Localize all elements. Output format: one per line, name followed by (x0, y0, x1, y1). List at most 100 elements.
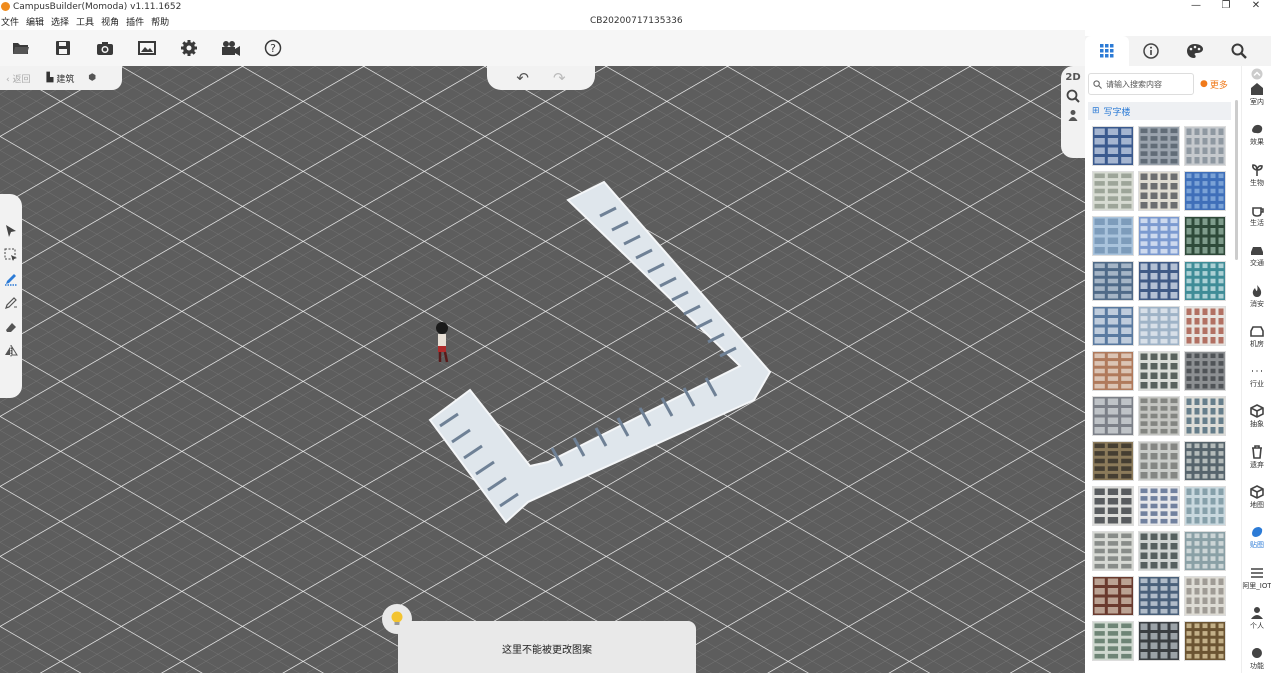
panel-scrollbar[interactable] (1235, 100, 1238, 260)
scene-viewport[interactable]: ‹ 返回 ▙ 建筑 ⬢ ↶ ↷ 2D 这里不能被更改图案 (0, 66, 1085, 673)
view-mode-toggle[interactable]: 2D (1065, 72, 1080, 83)
texture-thumbnail[interactable] (1138, 396, 1180, 436)
texture-thumbnail[interactable] (1184, 441, 1226, 481)
texture-thumbnail[interactable] (1184, 621, 1226, 661)
tab-search[interactable] (1217, 36, 1261, 66)
texture-thumbnail[interactable] (1184, 531, 1226, 571)
category-header[interactable]: ⊞ 写字楼 (1088, 102, 1231, 120)
texture-thumbnail[interactable] (1092, 576, 1134, 616)
rail-item-more[interactable]: 行业 (1242, 364, 1271, 389)
minimize-button[interactable]: — (1181, 0, 1211, 13)
rail-item-paint[interactable]: 贴图 (1242, 525, 1271, 550)
box-select-icon[interactable] (4, 248, 18, 262)
rail-item-server[interactable]: 机房 (1242, 324, 1271, 349)
texture-thumbnail[interactable] (1138, 531, 1180, 571)
tab-info[interactable] (1129, 36, 1173, 66)
tab-palette[interactable] (1173, 36, 1217, 66)
zoom-fit-icon[interactable] (1066, 89, 1080, 103)
texture-thumbnail[interactable] (1092, 261, 1134, 301)
person-view-icon[interactable] (1067, 109, 1079, 121)
menu-plugins[interactable]: 插件 (126, 15, 144, 28)
pen-edit-icon[interactable] (4, 296, 18, 310)
texture-thumbnail[interactable] (1184, 396, 1226, 436)
texture-thumbnail[interactable] (1138, 126, 1180, 166)
image-icon (138, 41, 156, 55)
texture-thumbnail[interactable] (1184, 351, 1226, 391)
texture-thumbnail[interactable] (1092, 171, 1134, 211)
texture-thumbnail[interactable] (1092, 216, 1134, 256)
image-button[interactable] (130, 33, 164, 63)
building-link[interactable]: ▙ 建筑 (46, 72, 74, 85)
texture-thumbnail[interactable] (1092, 441, 1134, 481)
texture-thumbnail[interactable] (1138, 306, 1180, 346)
menu-view[interactable]: 视角 (101, 15, 119, 28)
texture-thumbnail[interactable] (1138, 441, 1180, 481)
redo-icon[interactable]: ↷ (553, 69, 566, 87)
texture-thumbnail[interactable] (1138, 171, 1180, 211)
cube-icon[interactable]: ⬢ (88, 73, 96, 83)
facade-texture-image (1093, 172, 1133, 210)
screenshot-button[interactable] (88, 33, 122, 63)
rail-item-person[interactable]: 个人 (1242, 606, 1271, 631)
texture-thumbnail[interactable] (1092, 531, 1134, 571)
texture-thumbnail[interactable] (1092, 306, 1134, 346)
texture-thumbnail[interactable] (1184, 216, 1226, 256)
eraser-icon[interactable] (4, 320, 18, 334)
menu-select[interactable]: 选择 (51, 15, 69, 28)
rail-item-car[interactable]: 交通 (1242, 243, 1271, 268)
close-button[interactable]: ✕ (1241, 0, 1271, 13)
texture-thumbnail[interactable] (1138, 351, 1180, 391)
mirror-icon[interactable] (4, 344, 18, 358)
search-placeholder: 请输入搜索内容 (1106, 79, 1162, 89)
texture-thumbnail[interactable] (1184, 126, 1226, 166)
pen-draw-icon[interactable] (4, 272, 18, 286)
rail-item-list[interactable]: 阿里_IOT (1242, 566, 1271, 591)
open-folder-button[interactable] (4, 33, 38, 63)
menu-help[interactable]: 帮助 (151, 15, 169, 28)
settings-button[interactable] (172, 33, 206, 63)
back-link[interactable]: ‹ 返回 (6, 72, 30, 85)
rail-item-house[interactable]: 室内 (1242, 82, 1271, 107)
more-link[interactable]: ● 更多 (1200, 78, 1228, 91)
rail-scroll-up[interactable] (1242, 68, 1271, 82)
search-input[interactable]: 请输入搜索内容 (1088, 73, 1194, 95)
rail-item-trash[interactable]: 遗弃 (1242, 444, 1271, 470)
texture-thumbnail[interactable] (1138, 486, 1180, 526)
rail-item-label: 交通 (1250, 259, 1264, 268)
rail-item-plant[interactable]: 生物 (1242, 163, 1271, 188)
rail-item-effects[interactable]: 效果 (1242, 122, 1271, 147)
list-icon (1251, 567, 1263, 578)
texture-thumbnail[interactable] (1184, 261, 1226, 301)
texture-thumbnail[interactable] (1092, 621, 1134, 661)
texture-thumbnail[interactable] (1138, 261, 1180, 301)
rail-item-cup[interactable]: 生活 (1242, 203, 1271, 228)
texture-thumbnail[interactable] (1184, 306, 1226, 346)
texture-thumbnail[interactable] (1092, 351, 1134, 391)
facade-texture-image (1185, 172, 1225, 210)
record-video-button[interactable] (214, 33, 248, 63)
texture-thumbnail[interactable] (1184, 576, 1226, 616)
rail-item-cube-outline[interactable]: 抽象 (1242, 404, 1271, 429)
select-arrow-icon[interactable] (4, 224, 18, 238)
tab-library[interactable] (1085, 36, 1129, 66)
texture-thumbnail[interactable] (1092, 396, 1134, 436)
texture-thumbnail[interactable] (1092, 126, 1134, 166)
texture-thumbnail[interactable] (1092, 486, 1134, 526)
texture-thumbnail[interactable] (1184, 486, 1226, 526)
rail-item-function[interactable]: 功能 (1242, 646, 1271, 671)
texture-thumbnail[interactable] (1138, 576, 1180, 616)
menu-tools[interactable]: 工具 (76, 15, 94, 28)
menu-edit[interactable]: 编辑 (26, 15, 44, 28)
menu-file[interactable]: 文件 (1, 15, 19, 28)
cube-icon (1250, 485, 1264, 499)
undo-icon[interactable]: ↶ (516, 69, 529, 87)
texture-thumbnail[interactable] (1184, 171, 1226, 211)
texture-thumbnail[interactable] (1138, 216, 1180, 256)
texture-thumbnail[interactable] (1138, 621, 1180, 661)
save-button[interactable] (46, 33, 80, 63)
restore-button[interactable]: ❐ (1211, 0, 1241, 13)
rail-item-fire[interactable]: 消安 (1242, 284, 1271, 309)
rail-item-cube[interactable]: 地图 (1242, 485, 1271, 510)
help-button[interactable]: ? (256, 33, 290, 63)
rail-item-label: 机房 (1250, 339, 1264, 348)
